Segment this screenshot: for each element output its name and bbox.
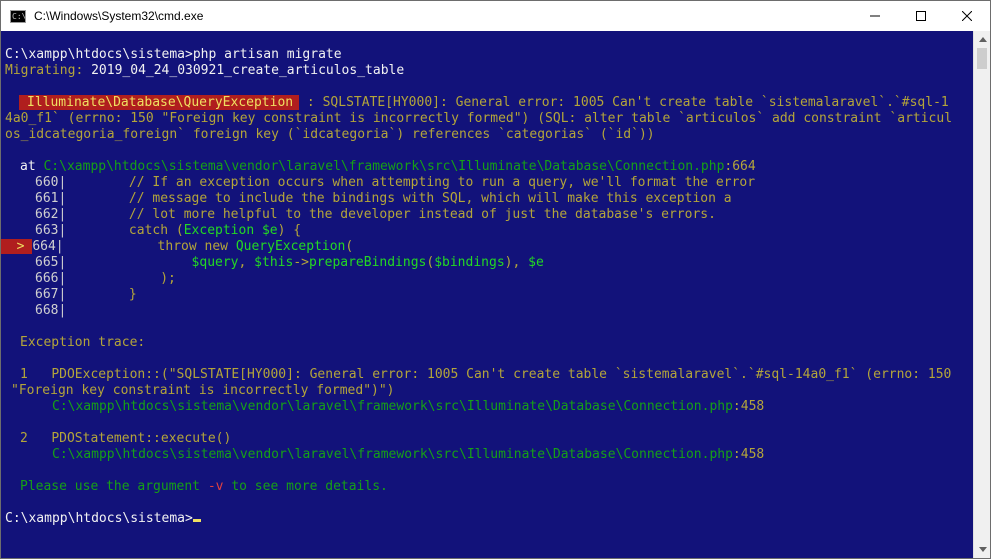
scroll-up-arrow-icon	[978, 37, 987, 42]
hint-line: Please use the argument -v to see more d…	[20, 479, 388, 494]
code-line-666: 666| );	[35, 271, 176, 286]
migration-name: 2019_04_24_030921_create_articulos_table	[83, 63, 405, 78]
final-prompt-line[interactable]: C:\xampp\htdocs\sistema>	[5, 511, 201, 527]
exception-class-badge: Illuminate\Database\QueryException	[19, 95, 300, 110]
cmd-app-icon[interactable]: C:\.	[10, 9, 26, 23]
code-line-667: 667| }	[35, 287, 137, 302]
exception-line-1: Illuminate\Database\QueryException : SQL…	[19, 95, 949, 111]
maximize-button[interactable]	[898, 1, 944, 31]
trace-item-2-path: C:\xampp\htdocs\sistema\vendor\laravel\f…	[52, 447, 765, 462]
minimize-button[interactable]	[852, 1, 898, 31]
scroll-up-button[interactable]	[974, 31, 991, 48]
title-bar[interactable]: C:\. C:\Windows\System32\cmd.exe	[1, 1, 990, 31]
migrating-label: Migrating:	[5, 63, 84, 78]
vertical-scrollbar[interactable]	[973, 31, 990, 558]
close-button[interactable]	[944, 1, 990, 31]
at-path: C:\xampp\htdocs\sistema\vendor\laravel\f…	[43, 159, 725, 174]
command-line: C:\xampp\htdocs\sistema>php artisan migr…	[5, 47, 342, 63]
at-line-number: :664	[724, 159, 756, 174]
window-title: C:\Windows\System32\cmd.exe	[34, 9, 204, 23]
prompt: C:\xampp\htdocs\sistema>	[5, 47, 193, 62]
code-line-665: 665| $query, $this->prepareBindings($bin…	[35, 255, 544, 270]
verbose-flag: -v	[207, 479, 224, 494]
current-line-marker: >	[1, 239, 33, 254]
scrollbar-thumb[interactable]	[977, 48, 987, 69]
trace-item-1-cont: "Foreign key constraint is incorrectly f…	[11, 383, 395, 398]
code-line-663: 663| catch (Exception $e) {	[35, 223, 302, 238]
code-line-661: 661| // message to include the bindings …	[35, 191, 732, 206]
code-line-662: 662| // lot more helpful to the develope…	[35, 207, 716, 222]
exception-message-2: 4a0_f1` (errno: 150 "Foreign key constra…	[5, 111, 953, 126]
minimize-icon	[870, 15, 880, 17]
migrating-line: Migrating: 2019_04_24_030921_create_arti…	[5, 63, 404, 79]
maximize-icon	[916, 11, 926, 21]
code-line-660: 660| // If an exception occurs when atte…	[35, 175, 756, 190]
command-text: php artisan migrate	[192, 47, 342, 62]
code-line-668: 668|	[35, 303, 67, 318]
close-icon	[962, 11, 972, 21]
trace-item-2: 2 PDOStatement::execute()	[20, 431, 232, 446]
window-controls	[852, 1, 990, 31]
exception-message-3: os_idcategoria_foreign` foreign key (`id…	[5, 127, 655, 142]
scroll-down-button[interactable]	[974, 541, 991, 558]
cmd-window: C:\. C:\Windows\System32\cmd.exe C:\xamp…	[0, 0, 991, 559]
text-cursor	[192, 519, 201, 522]
at-line: at C:\xampp\htdocs\sistema\vendor\larave…	[20, 159, 756, 175]
trace-heading: Exception trace:	[20, 335, 146, 350]
scroll-down-arrow-icon	[978, 547, 987, 552]
exception-message-1: : SQLSTATE[HY000]: General error: 1005 C…	[299, 95, 949, 110]
trace-item-1-path: C:\xampp\htdocs\sistema\vendor\laravel\f…	[52, 399, 765, 414]
console-output[interactable]: C:\xampp\htdocs\sistema>php artisan migr…	[1, 31, 973, 558]
trace-item-1: 1 PDOException::("SQLSTATE[HY000]: Gener…	[20, 367, 952, 382]
code-line-664: > 664| throw new QueryException(	[1, 239, 353, 255]
final-prompt: C:\xampp\htdocs\sistema>	[5, 511, 193, 526]
at-label: at	[20, 159, 44, 174]
